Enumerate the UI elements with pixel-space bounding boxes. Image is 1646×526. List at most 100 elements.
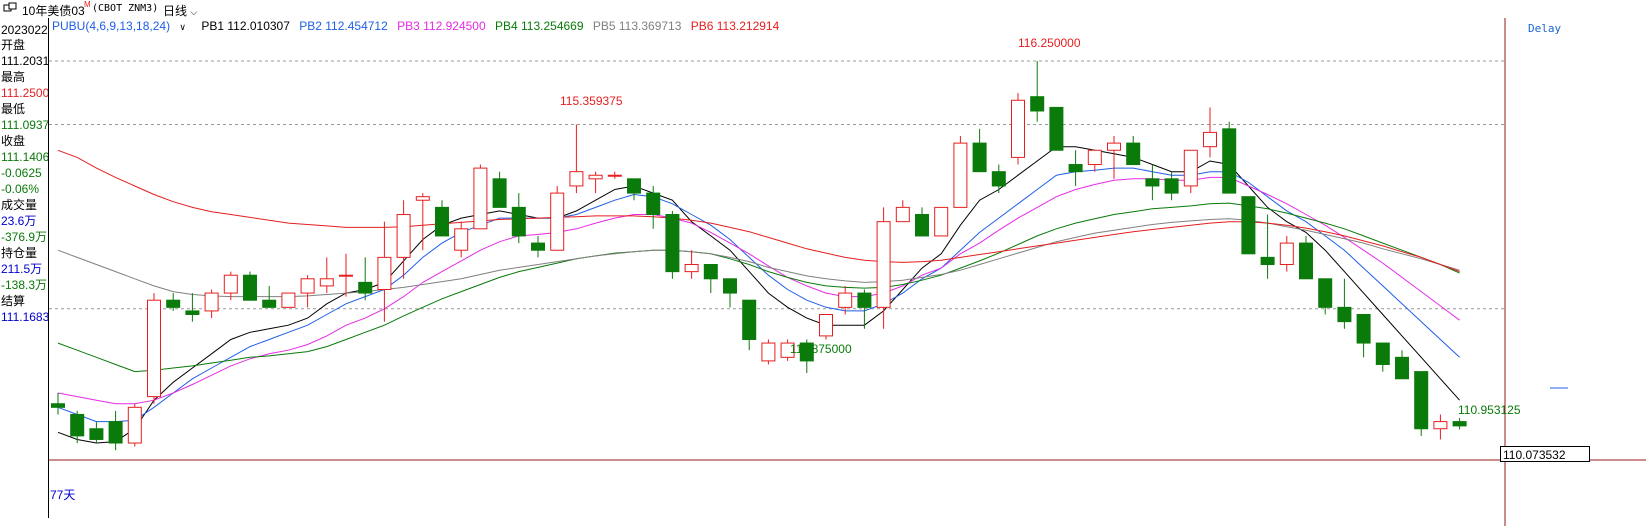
info-low-label: 最低: [1, 102, 26, 116]
info-settle-value: 111.1683: [1, 310, 49, 324]
info-change-pct: -0.06%: [1, 182, 40, 196]
candle-body: [838, 292, 853, 308]
candle-body: [147, 299, 161, 398]
candle-body: [1241, 196, 1256, 255]
candle-body: [1164, 178, 1179, 194]
candle-body: [1145, 178, 1160, 187]
candle-body: [70, 413, 85, 437]
delay-label: Delay: [1528, 22, 1562, 35]
candle-body: [1011, 99, 1025, 158]
annotation-high-1: 115.359375: [560, 94, 623, 108]
candle-body: [1203, 131, 1217, 148]
info-change: -0.0625: [1, 166, 42, 180]
info-close-value: 111.1406: [1, 150, 49, 164]
candle-body: [1452, 421, 1467, 427]
candle-body: [1087, 149, 1102, 166]
candle-body: [742, 299, 757, 340]
candle-body: [991, 171, 1006, 187]
candle-body: [1068, 164, 1083, 173]
candle-body: [569, 171, 584, 187]
candle-body: [51, 403, 65, 408]
candle-body: [1107, 142, 1121, 151]
candle-body: [1049, 106, 1064, 151]
candle-body: [185, 310, 200, 315]
candle-body: [1030, 96, 1045, 112]
candle-body: [723, 278, 737, 294]
candle-body: [1414, 371, 1429, 430]
candle-body: [703, 264, 718, 280]
candle-body: [665, 214, 680, 273]
info-oi-change: -138.3万: [1, 278, 48, 292]
candle-body: [761, 342, 776, 362]
candle-body: [1337, 306, 1352, 323]
candle-body: [319, 278, 334, 287]
candle-body: [281, 292, 296, 308]
candle-body: [684, 264, 699, 273]
candle-body: [1395, 356, 1409, 380]
info-open-label: 开盘: [1, 38, 26, 52]
candle-body: [108, 421, 123, 444]
candle-body: [646, 192, 661, 216]
candle-body: [377, 256, 392, 290]
info-settle-label: 结算: [1, 294, 26, 308]
candle-body: [550, 192, 565, 251]
candle-body: [915, 214, 929, 237]
candle-body: [89, 428, 104, 440]
info-close-label: 收盘: [1, 134, 26, 148]
candle-body: [473, 167, 488, 230]
candle-body: [223, 274, 238, 294]
candle-body: [492, 178, 507, 208]
ma-line-pb1: [57, 146, 1460, 444]
candle-body: [435, 206, 449, 237]
candle-body: [857, 292, 872, 308]
candle-body: [588, 174, 603, 180]
candle-body: [358, 281, 373, 294]
info-volume-value: 23.6万: [1, 214, 37, 228]
candle-body: [895, 206, 910, 223]
candle-body: [876, 221, 891, 308]
candle-body: [415, 196, 430, 201]
annotation-high-2: 116.250000: [1018, 36, 1081, 50]
info-high-label: 最高: [1, 70, 26, 84]
candle-body: [1222, 128, 1237, 194]
candle-body: [262, 299, 277, 308]
current-price-tag: 110.073532: [1500, 446, 1590, 462]
candle-body: [1260, 256, 1275, 266]
info-low-value: 111.0937: [1, 118, 49, 132]
candle-body: [511, 206, 526, 237]
candle-body: [127, 406, 142, 444]
bars-count-label: 77天: [50, 488, 76, 502]
candle-body: [1356, 313, 1371, 344]
candlestick-chart[interactable]: [0, 0, 1646, 526]
candle-body: [972, 142, 987, 173]
info-high-value: 111.2500: [1, 86, 49, 100]
annotation-low-2: 110.953125: [1458, 403, 1521, 417]
candle-body: [166, 299, 181, 308]
candle-body: [1433, 421, 1448, 430]
candle-body: [1318, 278, 1333, 308]
info-date: 20230223: [1, 23, 48, 37]
candle-body: [1126, 142, 1141, 166]
info-oi-label: 持仓量: [1, 246, 38, 260]
info-open-value: 111.2031: [1, 54, 49, 68]
candle-body: [934, 206, 949, 237]
candle-body: [607, 174, 622, 177]
candle-body: [953, 142, 968, 208]
info-volume-label: 成交量: [1, 198, 38, 212]
candle-body: [339, 274, 353, 277]
candle-body: [1299, 242, 1313, 280]
info-oi-value: 211.5万: [1, 262, 43, 276]
candle-body: [300, 278, 315, 294]
annotation-low-1: 111.875000: [790, 342, 852, 356]
candle-body: [396, 214, 411, 258]
candle-body: [204, 292, 219, 312]
candle-body: [1279, 242, 1294, 266]
candle-body: [819, 313, 833, 337]
info-volume-change: -376.9万: [1, 230, 48, 244]
candle-body: [454, 228, 469, 251]
candle-body: [1375, 342, 1390, 365]
quote-info-panel: 20230223 开盘 111.2031 最高 111.2500 最低 111.…: [0, 18, 49, 518]
candle-body: [531, 242, 545, 251]
candle-body: [627, 178, 641, 194]
candle-body: [1183, 149, 1198, 187]
